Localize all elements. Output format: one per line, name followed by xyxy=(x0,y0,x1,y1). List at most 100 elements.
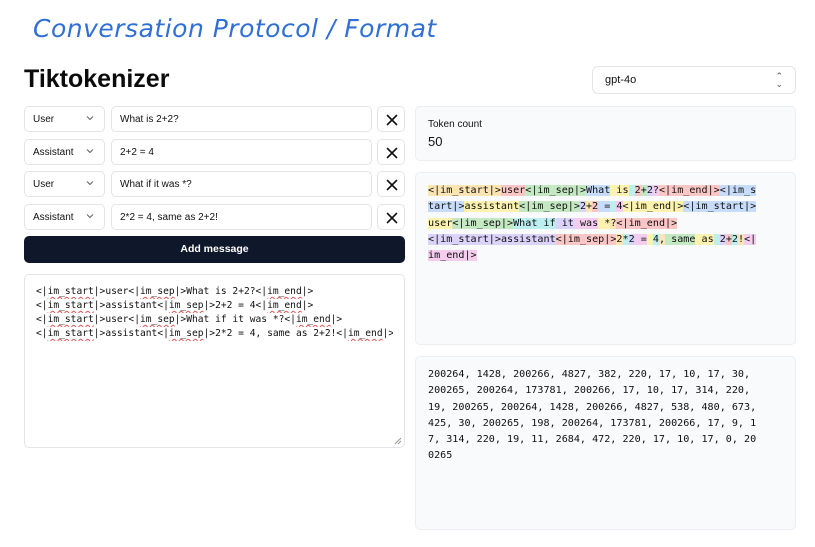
token-chip: What xyxy=(586,185,611,196)
token-chip: <|im_start|> xyxy=(428,233,501,245)
special-token-text: im_sep xyxy=(140,286,175,297)
token-line: <|im_start|>user<|im_sep|>What is 2+2?<|… xyxy=(428,183,786,199)
token-chip: = xyxy=(598,201,611,213)
token-chip: <|im_s xyxy=(719,185,757,196)
message-row: User What is 2+2? xyxy=(24,106,405,132)
text-line: <|im_start|>user<|im_sep|>What is 2+2?<|… xyxy=(36,285,393,299)
token-chip: <|im_start|> xyxy=(428,185,501,196)
text-line: <|im_start|>assistant<|im_sep|>2*2 = 4, … xyxy=(36,327,393,341)
message-input[interactable]: 2+2 = 4 xyxy=(111,139,372,165)
delete-message-button[interactable] xyxy=(377,106,405,132)
text-segment: <| xyxy=(36,328,48,339)
message-input[interactable]: What is 2+2? xyxy=(111,106,372,132)
token-chip: is xyxy=(610,185,629,196)
delete-message-button[interactable] xyxy=(377,171,405,197)
close-icon xyxy=(386,179,398,191)
text-segment: |> xyxy=(330,314,343,325)
token-chip: + xyxy=(725,233,732,245)
token-chip: <|im_sep|> xyxy=(555,233,617,245)
token-chip: 2 xyxy=(634,185,641,196)
close-icon xyxy=(386,114,398,126)
token-chip: * xyxy=(622,233,629,245)
token-id-line: 200264, 1428, 200266, 4827, 382, 220, 17… xyxy=(428,369,751,380)
token-line: user<|im_sep|>What if it was *?<|im_end|… xyxy=(428,216,786,232)
token-chip: user xyxy=(500,185,526,196)
special-token-text: im_sep xyxy=(140,314,175,325)
role-select[interactable]: Assistant xyxy=(24,204,105,230)
token-chip: 2 xyxy=(719,233,726,245)
text-segment: |>assistant<| xyxy=(93,300,169,311)
special-token-text: im_end xyxy=(295,314,331,325)
token-chip: <|im_sep|> xyxy=(519,201,580,213)
text-segment: |>user<| xyxy=(93,286,140,297)
token-chip: <|im_start|> xyxy=(683,201,757,213)
token-chip xyxy=(713,233,720,245)
token-chip: if xyxy=(537,217,556,229)
text-segment: |>What if it was *?<| xyxy=(174,314,296,325)
raw-text-area[interactable]: <|im_start|>user<|im_sep|>What is 2+2?<|… xyxy=(24,274,405,448)
token-count-label: Token count xyxy=(428,119,482,130)
token-count-value: 50 xyxy=(428,134,443,149)
token-id-line: 0265 xyxy=(428,450,453,462)
message-row: Assistant 2+2 = 4 xyxy=(24,139,405,165)
delete-message-button[interactable] xyxy=(377,204,405,230)
chevron-up-down-icon: ⌃ ⌄ xyxy=(775,71,783,89)
text-segment: |>2+2 = 4<| xyxy=(203,300,268,311)
delete-message-button[interactable] xyxy=(377,139,405,165)
text-segment: <| xyxy=(36,286,48,297)
special-token-text: im_start xyxy=(47,300,94,311)
token-chip xyxy=(628,185,635,196)
token-chip: * xyxy=(598,217,611,229)
token-chip: <|im_end|> xyxy=(616,217,678,229)
token-chip: <| xyxy=(744,233,757,245)
message-input[interactable]: 2*2 = 4, same as 2+2! xyxy=(111,204,372,230)
token-id-line: 425, 30, 200265, 198, 200264, 173781, 20… xyxy=(428,417,757,429)
special-token-text: im_start xyxy=(47,328,94,339)
role-select[interactable]: User xyxy=(24,171,105,197)
chevron-down-icon xyxy=(86,116,94,121)
token-chip: tart|> xyxy=(428,201,465,213)
special-token-text: im_start xyxy=(47,286,94,297)
token-chip: assistant xyxy=(464,201,520,213)
token-chip: same xyxy=(665,233,696,245)
token-chip: What xyxy=(513,217,538,229)
token-visualization-panel: <|im_start|>user<|im_sep|>What is 2+2?<|… xyxy=(415,172,796,345)
text-segment: |>user<| xyxy=(93,314,140,325)
message-content: What is 2+2? xyxy=(120,114,179,125)
message-row: User What if it was *? xyxy=(24,171,405,197)
token-count-panel: Token count 50 xyxy=(415,106,796,161)
text-segment: |> xyxy=(301,286,314,297)
token-chip: <|im_end|> xyxy=(658,185,720,196)
model-select-value: gpt-4o xyxy=(605,74,637,86)
add-message-button[interactable]: Add message xyxy=(24,236,405,263)
special-token-text: im_end xyxy=(267,286,302,297)
token-chip: was xyxy=(573,217,599,229)
role-select-value: User xyxy=(33,114,55,125)
token-chip: user xyxy=(428,217,453,229)
text-segment: |>2*2 = 4, same as 2+2!<| xyxy=(203,328,348,339)
message-input[interactable]: What if it was *? xyxy=(111,171,372,197)
resize-handle-icon[interactable] xyxy=(394,437,402,445)
chevron-down-icon xyxy=(86,149,94,154)
message-content: 2+2 = 4 xyxy=(120,147,154,158)
token-ids-panel: 200264, 1428, 200266, 4827, 382, 220, 17… xyxy=(415,356,796,530)
token-chip: <|im_sep|> xyxy=(452,217,514,229)
special-token-text: im_start xyxy=(47,314,94,325)
close-icon xyxy=(386,147,398,159)
text-line: <|im_start|>assistant<|im_sep|>2+2 = 4<|… xyxy=(36,299,393,313)
model-select[interactable]: gpt-4o ⌃ ⌄ xyxy=(592,66,796,94)
token-line: <|im_start|>assistant<|im_sep|>2*2 = 4, … xyxy=(428,232,786,248)
text-segment: |>assistant<| xyxy=(93,328,169,339)
token-id-line: 200265, 200264, 173781, 200266, 17, 10, … xyxy=(428,385,751,397)
message-content: 2*2 = 4, same as 2+2! xyxy=(120,212,218,223)
text-segment: |> xyxy=(301,300,314,311)
token-chip: 2 xyxy=(646,185,653,196)
token-id-line: 7, 314, 220, 19, 11, 2684, 472, 220, 17,… xyxy=(428,434,757,446)
special-token-text: im_sep xyxy=(168,328,204,339)
token-chip: it xyxy=(555,217,574,229)
text-line: <|im_start|>user<|im_sep|>What if it was… xyxy=(36,313,393,327)
role-select[interactable]: Assistant xyxy=(24,139,105,165)
role-select[interactable]: User xyxy=(24,106,105,132)
token-chip xyxy=(646,233,653,245)
token-chip: = xyxy=(634,233,647,245)
